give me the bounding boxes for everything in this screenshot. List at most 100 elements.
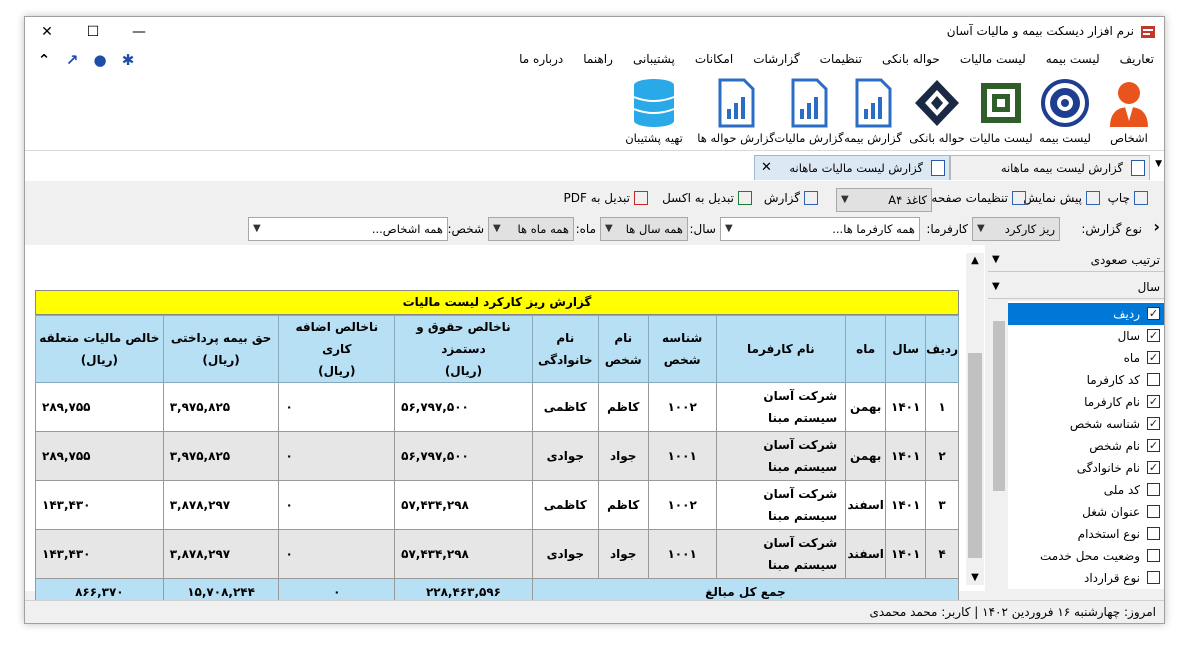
- checkbox-checked[interactable]: ✓: [1147, 439, 1160, 452]
- menu-quick-icons: ⌃ ↗ ● ✱: [35, 51, 137, 69]
- table-row: ۴ ۱۴۰۱ اسفند شرکت آسان سیستم مبنا ۱۰۰۱ ج…: [35, 529, 959, 579]
- database-icon: [633, 79, 675, 127]
- person-label: شخص:: [447, 222, 484, 236]
- column-option[interactable]: نوع استخدام: [1008, 523, 1164, 545]
- checkbox-checked[interactable]: ✓: [1147, 461, 1160, 474]
- checkbox[interactable]: [1147, 483, 1160, 496]
- menu-item-tax-list[interactable]: لیست مالیات: [960, 52, 1026, 66]
- ribbon-persons-button[interactable]: اشخاص: [1098, 77, 1160, 145]
- report-type-select[interactable]: ریز کارکرد ▼: [972, 217, 1060, 241]
- checkbox[interactable]: [1147, 527, 1160, 540]
- scroll-up-icon[interactable]: ▲: [966, 255, 984, 266]
- scroll-down-icon[interactable]: ▼: [966, 572, 984, 583]
- scroll-thumb[interactable]: [968, 353, 982, 558]
- checkbox-checked[interactable]: ✓: [1147, 395, 1160, 408]
- menu-item-help[interactable]: راهنما: [583, 52, 613, 66]
- column-option[interactable]: ✓ نام خانوادگی: [1008, 457, 1164, 479]
- menu-item-definitions[interactable]: تعاریف: [1120, 52, 1154, 66]
- checkbox[interactable]: [1147, 505, 1160, 518]
- checkbox-checked[interactable]: ✓: [1147, 417, 1160, 430]
- ribbon-insurance-list-button[interactable]: لیست بیمه: [1034, 77, 1096, 145]
- app-logo-icon: [1141, 26, 1155, 38]
- scroll-thumb[interactable]: [993, 321, 1005, 491]
- excel-export-button[interactable]: تبدیل به اکسل: [662, 191, 752, 205]
- cell-gross-salary: ۵۷,۴۳۴,۲۹۸: [394, 480, 533, 530]
- arrow-icon[interactable]: ↗: [63, 51, 81, 69]
- cell-month: بهمن: [845, 382, 887, 432]
- menu-item-support[interactable]: پشتیبانی: [633, 52, 675, 66]
- report-icon: [804, 191, 818, 205]
- col-header-employer: نام کارفرما: [715, 315, 847, 383]
- group-by-select[interactable]: سال ▼: [988, 275, 1164, 299]
- print-button[interactable]: چاپ: [1108, 191, 1148, 205]
- column-checklist: ✓ ردیف ✓ سال ✓ ماه کد کارفرما ✓ نام کارفرما ✓ شناس…: [1008, 301, 1164, 589]
- checkbox[interactable]: [1147, 571, 1160, 584]
- ribbon-bank-transfer-button[interactable]: حواله بانکی: [906, 77, 968, 145]
- cell-employer: شرکت آسان سیستم مبنا: [715, 382, 847, 432]
- tax-logo-icon: [981, 83, 1021, 123]
- chevron-left-icon[interactable]: ‹: [1153, 217, 1160, 236]
- column-option[interactable]: عنوان شغل: [1008, 501, 1164, 523]
- ribbon-toolbar: اشخاص لیست بیمه لیست مالیات حواله بانکی …: [25, 73, 1164, 151]
- cell-month: بهمن: [845, 431, 887, 481]
- checkbox[interactable]: [1147, 373, 1160, 386]
- sort-order-select[interactable]: ترتیب صعودی ▼: [988, 248, 1164, 272]
- menu-item-bank-transfer[interactable]: حواله بانکی: [882, 52, 940, 66]
- ribbon-tax-list-button[interactable]: لیست مالیات: [969, 77, 1033, 145]
- year-select[interactable]: همه سال ها ▼: [600, 217, 688, 241]
- checkbox[interactable]: [1147, 549, 1160, 562]
- preview-button[interactable]: پیش نمایش: [1023, 191, 1100, 205]
- menu-item-reports[interactable]: گزارشات: [753, 52, 799, 66]
- menu-item-about[interactable]: درباره ما: [519, 52, 563, 66]
- close-button[interactable]: ✕: [25, 17, 69, 47]
- column-option[interactable]: نوع قرارداد: [1008, 567, 1164, 589]
- chevron-down-icon: ▼: [253, 223, 261, 234]
- menu-item-tools[interactable]: امکانات: [695, 52, 733, 66]
- ribbon-backup-button[interactable]: تهیه پشتیبان: [614, 77, 694, 145]
- page-settings-button[interactable]: تنظیمات صفحه: [931, 191, 1026, 205]
- cell-first-name: کاظم: [597, 382, 649, 432]
- minimize-button[interactable]: —: [117, 17, 161, 47]
- column-option[interactable]: کد ملی: [1008, 479, 1164, 501]
- pdf-export-button[interactable]: تبدیل به PDF: [564, 191, 648, 205]
- column-option[interactable]: کد کارفرما: [1008, 369, 1164, 391]
- cell-year: ۱۴۰۱: [885, 529, 927, 579]
- column-option[interactable]: ✓ ماه: [1008, 347, 1164, 369]
- insurance-logo-icon: [1041, 79, 1089, 127]
- person-select[interactable]: همه اشخاص... ▼: [248, 217, 448, 241]
- menu-item-insurance-list[interactable]: لیست بیمه: [1046, 52, 1100, 66]
- column-list-scrollbar[interactable]: [990, 301, 1008, 589]
- tab-insurance-report[interactable]: گزارش لیست بیمه ماهانه: [950, 155, 1150, 180]
- menu-item-settings[interactable]: تنظیمات: [820, 52, 862, 66]
- col-header-person-id: شناسه شخص: [647, 315, 717, 383]
- month-select[interactable]: همه ماه ها ▼: [488, 217, 574, 241]
- chevron-up-icon[interactable]: ⌃: [35, 51, 53, 69]
- column-option[interactable]: ✓ نام شخص: [1008, 435, 1164, 457]
- close-tab-icon[interactable]: ✕: [761, 156, 772, 180]
- checkbox-checked[interactable]: ✓: [1147, 329, 1160, 342]
- gear-icon[interactable]: ✱: [119, 51, 137, 69]
- column-option[interactable]: ✓ ردیف: [1008, 303, 1164, 325]
- chevron-down-icon: ▼: [841, 194, 849, 205]
- column-option[interactable]: وضعیت محل خدمت: [1008, 545, 1164, 567]
- ribbon-insurance-report-button[interactable]: گزارش بیمه: [842, 77, 904, 145]
- column-option[interactable]: ✓ نام کارفرما: [1008, 391, 1164, 413]
- employer-select[interactable]: همه کارفرما ها... ▼: [720, 217, 920, 241]
- report-title: گزارش ریز کارکرد لیست مالیات: [35, 290, 959, 315]
- report-toolbar: چاپ پیش نمایش تنظیمات صفحه کاغذ A۴ ▼ گزار…: [25, 186, 1164, 214]
- paper-size-select[interactable]: کاغذ A۴ ▼: [836, 188, 932, 212]
- cell-person-id: ۱۰۰۱: [647, 431, 717, 481]
- report-button[interactable]: گزارش: [764, 191, 818, 205]
- tab-list-dropdown-icon[interactable]: ▼: [1155, 159, 1162, 169]
- cell-row-no: ۲: [925, 431, 959, 481]
- column-option[interactable]: ✓ شناسه شخص: [1008, 413, 1164, 435]
- tab-tax-report[interactable]: گزارش لیست مالیات ماهانه ✕: [754, 155, 950, 180]
- maximize-button[interactable]: ☐: [71, 17, 115, 47]
- column-option[interactable]: ✓ سال: [1008, 325, 1164, 347]
- checkbox-checked[interactable]: ✓: [1147, 351, 1160, 364]
- report-scrollbar[interactable]: ▲ ▼: [966, 253, 984, 585]
- ribbon-transfer-report-button[interactable]: گزارش حواله ها: [696, 77, 776, 145]
- checkbox-checked[interactable]: ✓: [1147, 307, 1160, 320]
- user-icon[interactable]: ●: [91, 51, 109, 69]
- ribbon-tax-report-button[interactable]: گزارش مالیات: [774, 77, 844, 145]
